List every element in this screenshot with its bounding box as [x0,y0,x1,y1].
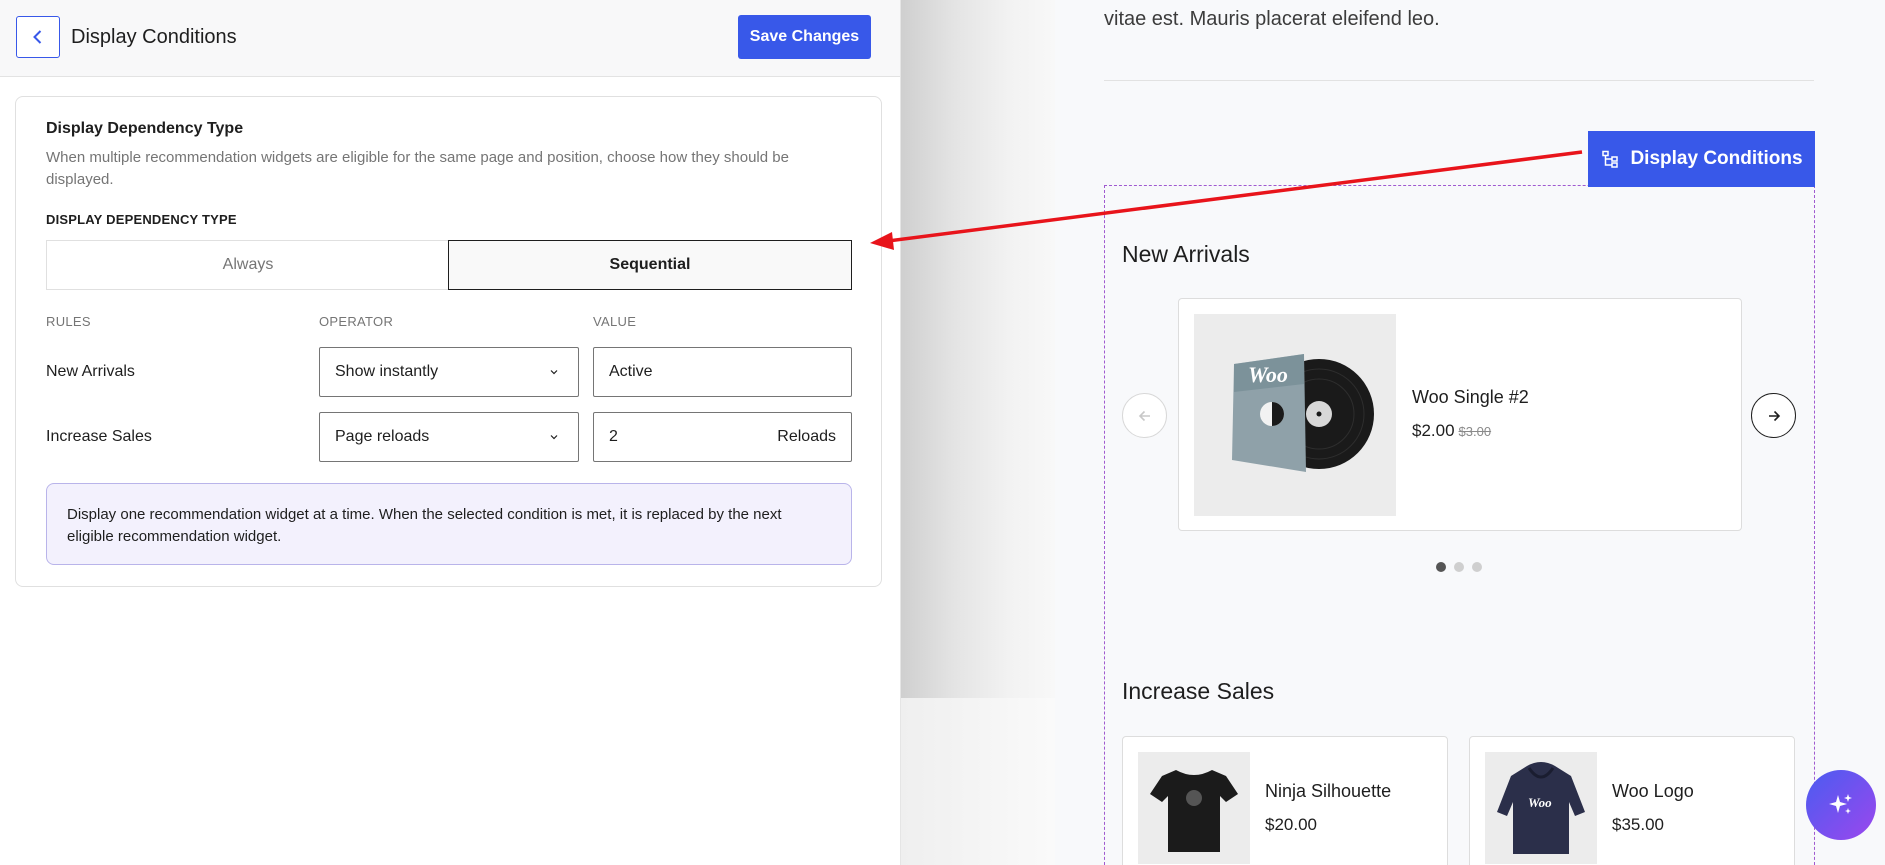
info-notice: Display one recommendation widget at a t… [46,483,852,565]
chevron-down-icon [550,370,558,375]
page-backdrop-lower [901,698,1055,865]
toggle-always[interactable]: Always [47,241,449,289]
product-price: $20.00 [1265,815,1317,834]
product-card-woo-logo[interactable]: Woo Woo Logo $35.00 [1469,736,1795,865]
operator-select-new-arrivals[interactable]: Show instantly [319,347,579,397]
value-suffix: Reloads [777,428,836,445]
toggle-sequential[interactable]: Sequential [448,240,852,290]
arrow-right-icon [1768,410,1780,421]
hierarchy-icon [1602,150,1619,168]
save-changes-button[interactable]: Save Changes [738,15,871,59]
svg-text:Woo: Woo [1248,362,1288,387]
product-price: $35.00 [1612,815,1664,834]
operator-value: Page reloads [335,428,430,445]
carousel-next-button[interactable] [1751,393,1796,438]
operator-select-increase-sales[interactable]: Page reloads [319,412,579,462]
product-image-tshirt [1138,752,1250,864]
operator-value: Show instantly [335,363,439,380]
column-header-value: VALUE [593,314,637,329]
current-price: $2.00 [1412,421,1455,440]
dependency-card: Display Dependency Type When multiple re… [15,96,882,587]
card-description: When multiple recommendation widgets are… [46,149,789,188]
sparkle-icon [1829,794,1852,814]
carousel-prev-button[interactable] [1122,393,1167,438]
value-text: 2 [609,428,618,445]
page-title: Display Conditions [71,26,237,48]
content-divider [1104,80,1814,81]
new-arrivals-title: New Arrivals [1122,241,1250,267]
column-header-rules: RULES [46,314,91,329]
rule-name-increase-sales: Increase Sales [46,428,152,445]
carousel-dot-2[interactable] [1454,562,1464,572]
chevron-left-icon [33,30,42,44]
column-header-operator: OPERATOR [319,314,394,329]
product-image-hoodie: Woo [1485,752,1597,864]
product-image-vinyl: Woo [1194,314,1396,516]
carousel-dot-3[interactable] [1472,562,1482,572]
chevron-down-icon [550,435,558,440]
page-backdrop [901,0,1055,698]
panel-header: Display Conditions Save Changes [0,0,900,77]
back-button[interactable] [16,16,60,58]
display-conditions-button[interactable]: Display Conditions [1588,131,1815,187]
carousel-pagination [1436,562,1482,572]
value-text: Active [609,363,653,380]
value-field-new-arrivals[interactable]: Active [593,347,852,397]
settings-panel: Display Conditions Save Changes Display … [0,0,901,865]
card-heading: Display Dependency Type [46,120,244,137]
ai-assistant-button[interactable] [1806,770,1876,840]
display-conditions-label: Display Conditions [1630,148,1803,169]
old-price: $3.00 [1458,424,1492,439]
increase-sales-title: Increase Sales [1122,678,1275,704]
value-field-increase-sales[interactable]: 2 Reloads [593,412,852,462]
product-price: $2.00 $3.00 [1412,421,1491,441]
product-name[interactable]: Ninja Silhouette [1265,781,1391,802]
preview-body-text: vitae est. Mauris placerat eleifend leo. [1104,8,1440,30]
dependency-type-toggle: Always Sequential [46,240,852,290]
product-card-woo-single[interactable]: Woo Woo Single #2 $2.00 $3.00 [1178,298,1742,531]
product-name[interactable]: Woo Logo [1612,781,1694,802]
dependency-type-label: DISPLAY DEPENDENCY TYPE [46,212,237,227]
rule-name-new-arrivals: New Arrivals [46,363,135,380]
product-name[interactable]: Woo Single #2 [1412,387,1529,408]
arrow-left-icon [1138,410,1150,421]
svg-text:Woo: Woo [1528,795,1552,810]
carousel-dot-1[interactable] [1436,562,1446,572]
product-card-ninja-silhouette[interactable]: Ninja Silhouette $20.00 [1122,736,1448,865]
